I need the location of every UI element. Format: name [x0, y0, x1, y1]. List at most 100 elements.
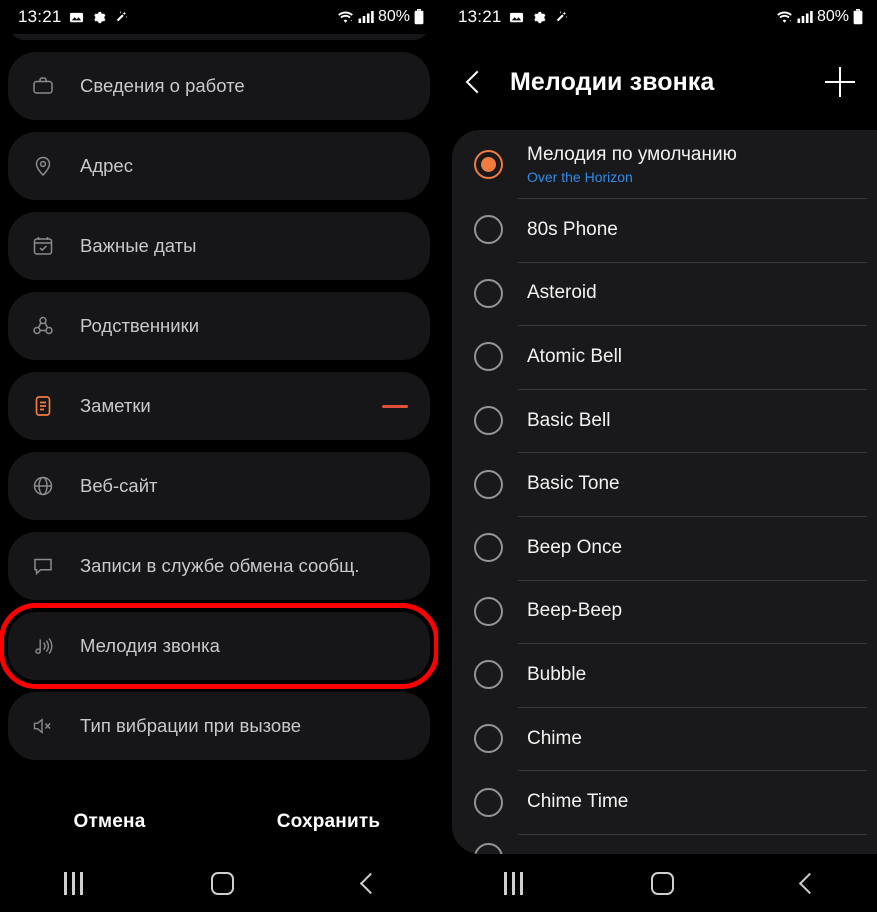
wifi-icon [337, 10, 354, 25]
list-item[interactable]: Мелодия по умолчанию Over the Horizon [452, 130, 877, 198]
radio-button[interactable] [474, 406, 503, 436]
back-icon[interactable] [798, 872, 821, 894]
note-icon [28, 391, 58, 421]
radio-button[interactable] [474, 660, 503, 690]
radio-button[interactable] [474, 278, 503, 308]
list-item[interactable]: Basic Tone [452, 452, 877, 516]
image-icon [509, 10, 524, 25]
radio-button[interactable] [474, 215, 503, 245]
save-button[interactable]: Сохранить [219, 811, 438, 833]
ringtone-list[interactable]: Мелодия по умолчанию Over the Horizon 80… [452, 130, 877, 854]
card-website[interactable]: Веб-сайт [8, 452, 430, 520]
list-item-partial[interactable] [452, 833, 877, 854]
remove-field-minus-icon[interactable] [382, 404, 408, 408]
home-icon[interactable] [211, 871, 235, 895]
card-work-details[interactable]: Сведения о работе [8, 52, 430, 120]
list-item[interactable]: 80s Phone [452, 198, 877, 262]
contact-field-card-list: Сведения о работе Адрес Важные даты Родс… [0, 34, 438, 790]
status-time: 13:21 [458, 7, 502, 26]
location-pin-icon [28, 151, 58, 181]
list-item-title: Beep-Beep [527, 600, 623, 622]
relationship-icon [28, 311, 58, 341]
list-item-title: Bubble [527, 663, 587, 685]
battery-percent-label: 80% [816, 8, 849, 25]
briefcase-icon [28, 71, 58, 101]
card-vibration-pattern[interactable]: Тип вибрации при вызове [8, 692, 430, 760]
chat-bubble-icon [28, 551, 58, 581]
list-item-text: 80s Phone [527, 219, 618, 241]
list-item-text: Basic Bell [527, 410, 610, 432]
card-label: Тип вибрации при вызове [80, 715, 302, 736]
status-time: 13:21 [18, 7, 62, 26]
list-item-title: Beep Once [527, 536, 623, 558]
list-item[interactable]: Atomic Bell [452, 325, 877, 389]
radio-button[interactable] [474, 843, 503, 854]
list-item-subtitle: Over the Horizon [527, 168, 633, 185]
card-messaging-entries[interactable]: Записи в службе обмена сообщ. [8, 532, 430, 600]
list-item-title: Asteroid [527, 282, 597, 304]
list-item-title: Мелодия по умолчанию [527, 143, 737, 165]
card-ringtone[interactable]: Мелодия звонка [0, 603, 438, 689]
calendar-check-icon [28, 231, 58, 261]
signal-icon [358, 10, 374, 24]
home-icon[interactable] [651, 871, 674, 895]
card-label: Заметки [80, 395, 151, 416]
status-bar-left: 13:21 80% [0, 0, 438, 34]
status-bar-right: 13:21 80% [440, 0, 877, 34]
recents-icon[interactable] [504, 871, 523, 895]
list-item-title: Chime Time [527, 791, 629, 813]
list-item[interactable]: Beep-Beep [452, 579, 877, 644]
list-item[interactable]: Beep Once [452, 515, 877, 580]
list-item-text: Chime Time [527, 791, 628, 813]
image-icon [69, 10, 84, 25]
status-bar-right-group: 80% [337, 8, 424, 26]
signal-icon [797, 10, 813, 24]
radio-button[interactable] [474, 533, 503, 563]
radio-button[interactable] [474, 469, 503, 499]
list-item[interactable]: Basic Bell [452, 388, 877, 453]
dual-screenshot-container: 13:21 80% Сведения о работе Адрес Важные… [0, 0, 877, 912]
list-item[interactable]: Bubble [452, 643, 877, 707]
radio-button[interactable] [474, 596, 503, 626]
list-item[interactable]: Chime Time [452, 770, 877, 834]
card-important-dates[interactable]: Важные даты [8, 212, 430, 280]
status-bar-left-group: 13:21 [18, 7, 129, 27]
battery-percent-label: 80% [377, 8, 410, 25]
card-partial-top[interactable] [8, 34, 430, 40]
card-label: Записи в службе обмена сообщ. [80, 555, 360, 576]
radio-button-selected[interactable] [474, 149, 503, 179]
card-label: Важные даты [80, 235, 197, 256]
card-relationships[interactable]: Родственники [8, 292, 430, 360]
list-item-text: Beep-Beep [527, 600, 622, 622]
card-label: Сведения о работе [80, 75, 245, 96]
globe-icon [28, 471, 58, 501]
list-item-title: 80s Phone [527, 218, 618, 240]
radio-button[interactable] [474, 724, 503, 754]
wifi-icon [776, 10, 793, 25]
cancel-button[interactable]: Отмена [0, 811, 219, 833]
list-item-text: Atomic Bell [527, 346, 622, 368]
card-label: Мелодия звонка [80, 635, 220, 656]
list-item-text: Asteroid [527, 282, 597, 304]
app-bar: Мелодии звонка [440, 34, 877, 130]
list-item-title: Basic Bell [527, 409, 611, 431]
card-notes[interactable]: Заметки [8, 372, 430, 440]
radio-button[interactable] [474, 342, 503, 372]
magic-wand-icon [553, 9, 569, 25]
card-label: Адрес [80, 155, 133, 176]
list-item[interactable]: Asteroid [452, 261, 877, 326]
card-label: Веб-сайт [80, 475, 158, 496]
list-item-text: Beep Once [527, 537, 622, 559]
list-item-text: Chime [527, 728, 582, 750]
list-item-text: Bubble [527, 664, 586, 686]
plus-icon[interactable] [825, 67, 855, 97]
battery-icon [853, 9, 863, 25]
page-title: Мелодии звонка [510, 67, 715, 96]
radio-button[interactable] [474, 787, 503, 817]
recents-icon[interactable] [64, 871, 84, 895]
card-address[interactable]: Адрес [8, 132, 430, 200]
list-item[interactable]: Chime [452, 706, 877, 771]
chevron-left-icon[interactable] [462, 69, 488, 95]
list-item-title: Basic Tone [527, 473, 620, 495]
back-icon[interactable] [359, 872, 381, 894]
